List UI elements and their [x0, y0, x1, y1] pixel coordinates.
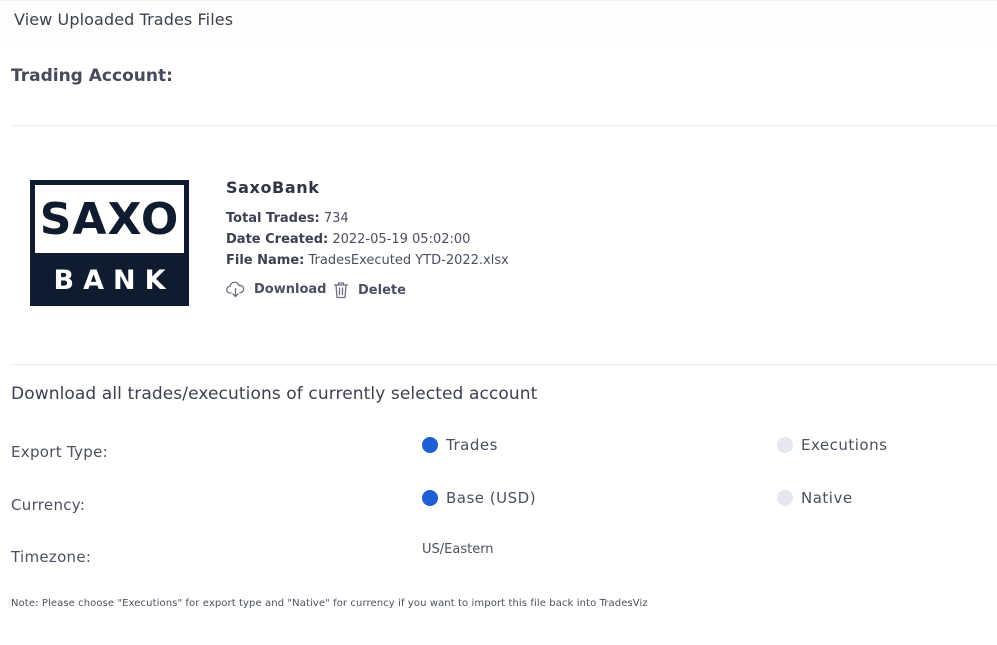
logo-top-panel: SAXO [35, 185, 184, 253]
saxo-bank-logo: SAXO BANK [30, 180, 189, 306]
file-name-row: File Name: TradesExecuted YTD-2022.xlsx [226, 253, 509, 268]
currency-native-radio[interactable]: Native [777, 489, 853, 507]
broker-name: SaxoBank [226, 178, 320, 197]
radio-label: Base (USD) [446, 489, 537, 507]
export-type-executions-radio[interactable]: Executions [777, 436, 887, 454]
logo-top-text: SAXO [39, 193, 180, 245]
date-created-label: Date Created: [226, 232, 329, 247]
download-label: Download [254, 282, 327, 297]
delete-button[interactable]: Delete [333, 281, 406, 299]
currency-label: Currency: [11, 496, 86, 514]
divider [11, 364, 997, 365]
export-note: Note: Please choose "Executions" for exp… [11, 598, 648, 609]
radio-selected-icon [422, 437, 438, 453]
date-created-value: 2022-05-19 05:02:00 [332, 232, 471, 247]
cloud-download-icon [226, 281, 245, 298]
trash-icon [333, 282, 349, 299]
radio-label: Native [801, 489, 853, 507]
radio-unselected-icon [777, 437, 793, 453]
total-trades-value: 734 [323, 211, 349, 226]
currency-base-radio[interactable]: Base (USD) [422, 489, 536, 507]
file-name-label: File Name: [226, 253, 305, 268]
radio-label: Executions [801, 436, 888, 454]
total-trades-label: Total Trades: [226, 211, 320, 226]
logo-bottom-text: BANK [53, 264, 175, 296]
export-heading: Download all trades/executions of curren… [11, 384, 538, 404]
download-button[interactable]: Download [226, 281, 326, 298]
divider [11, 125, 997, 126]
timezone-label: Timezone: [11, 548, 92, 566]
timezone-value[interactable]: US/Eastern [422, 542, 494, 557]
radio-selected-icon [422, 490, 438, 506]
export-type-trades-radio[interactable]: Trades [422, 436, 498, 454]
delete-label: Delete [358, 282, 406, 298]
file-name-value: TradesExecuted YTD-2022.xlsx [308, 253, 509, 268]
radio-label: Trades [446, 436, 498, 454]
trading-account-heading: Trading Account: [11, 66, 173, 86]
date-created-row: Date Created: 2022-05-19 05:02:00 [226, 232, 470, 247]
radio-unselected-icon [777, 490, 793, 506]
header-bar: View Uploaded Trades Files [0, 0, 997, 42]
page-title: View Uploaded Trades Files [14, 10, 234, 29]
total-trades-row: Total Trades: 734 [226, 211, 349, 226]
export-type-label: Export Type: [11, 443, 108, 461]
